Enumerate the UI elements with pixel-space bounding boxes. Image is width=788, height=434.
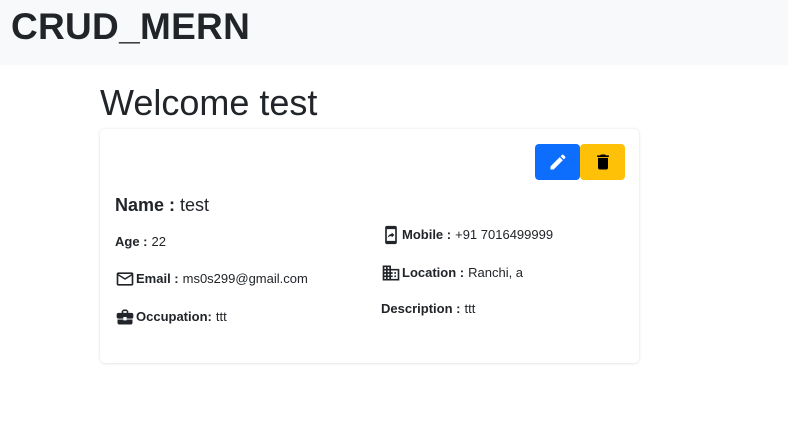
description-row: Description : ttt (381, 300, 475, 318)
location-label: Location : (402, 265, 465, 280)
navbar: CRUD_MERN (0, 0, 788, 65)
age-label: Age : (115, 234, 148, 249)
description-value: ttt (464, 301, 476, 316)
name-label: Name : (115, 195, 176, 215)
occupation-value: ttt (215, 309, 227, 324)
navbar-brand[interactable]: CRUD_MERN (11, 5, 250, 49)
description-label: Description : (381, 301, 461, 316)
user-detail-card: Name : test Age : 22 Email : ms0s299@gma… (100, 129, 639, 363)
mobile-label: Mobile : (402, 227, 452, 242)
phone-icon (381, 225, 401, 245)
email-label: Email : (136, 271, 179, 286)
email-value: ms0s299@gmail.com (182, 271, 308, 286)
edit-button[interactable] (535, 144, 580, 180)
delete-button[interactable] (580, 144, 625, 180)
name-row: Name : test (115, 193, 209, 217)
mobile-value: +91 7016499999 (455, 227, 554, 242)
email-row: Email : ms0s299@gmail.com (115, 269, 308, 289)
trash-icon (596, 154, 609, 170)
mail-icon (115, 269, 135, 289)
briefcase-icon (115, 307, 135, 327)
age-value: 22 (151, 234, 166, 249)
location-row: Location : Ranchi, a (381, 263, 523, 283)
occupation-label: Occupation: (136, 309, 212, 324)
building-icon (381, 263, 401, 283)
location-value: Ranchi, a (468, 265, 524, 280)
name-value: test (180, 195, 210, 215)
mobile-row: Mobile : +91 7016499999 (381, 225, 553, 245)
welcome-heading: Welcome test (100, 82, 318, 123)
pencil-icon (550, 154, 566, 170)
occupation-row: Occupation: ttt (115, 307, 227, 327)
age-row: Age : 22 (115, 233, 166, 251)
